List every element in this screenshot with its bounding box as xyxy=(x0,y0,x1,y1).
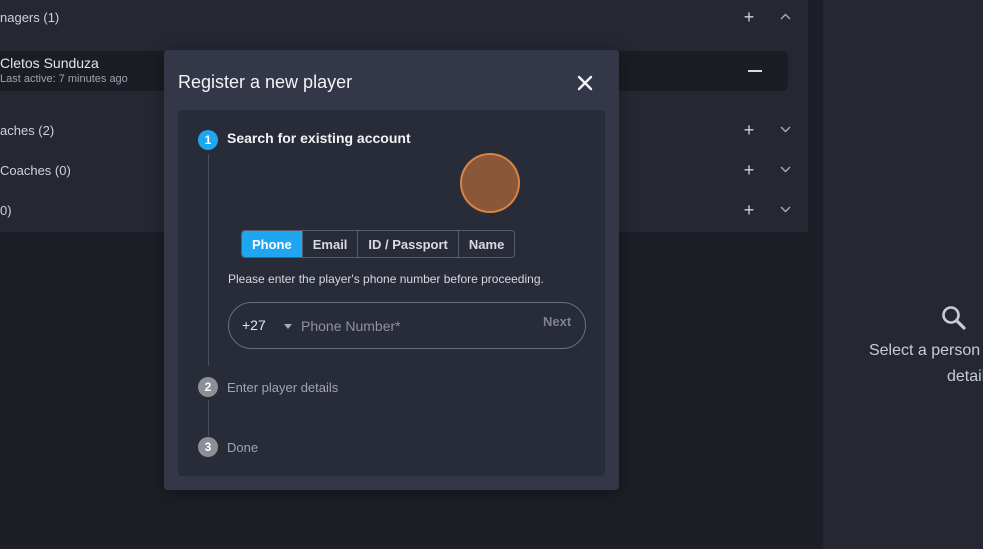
stepper: 1 Search for existing account Phone Emai… xyxy=(178,110,605,476)
step-number-3: 3 xyxy=(198,437,218,457)
role-row-managers[interactable]: nagers (1) + xyxy=(0,2,808,32)
step-connector xyxy=(208,154,209,366)
tab-id-passport[interactable]: ID / Passport xyxy=(358,231,459,257)
person-detail-panel: Select a person t details xyxy=(823,0,983,549)
next-button[interactable]: Next xyxy=(543,314,571,329)
chevron-down-icon[interactable] xyxy=(778,204,792,216)
tab-email[interactable]: Email xyxy=(303,231,359,257)
dialog-title: Register a new player xyxy=(178,72,353,92)
phone-number-input[interactable] xyxy=(301,315,571,337)
role-label: nagers (1) xyxy=(0,9,60,25)
role-label: 0) xyxy=(0,202,12,218)
caret-down-icon[interactable] xyxy=(284,324,292,329)
country-code-select[interactable]: +27 xyxy=(242,317,266,333)
role-label: Coaches (0) xyxy=(0,162,71,178)
empty-state-line-1: Select a person t xyxy=(868,342,983,359)
chevron-up-icon[interactable] xyxy=(778,11,792,23)
chevron-down-icon[interactable] xyxy=(778,124,792,136)
tab-name[interactable]: Name xyxy=(459,231,514,257)
search-type-tabs: Phone Email ID / Passport Name xyxy=(241,230,516,258)
add-icon[interactable]: + xyxy=(741,120,757,141)
phone-field: +27 xyxy=(228,302,586,349)
step-label-1: Search for existing account xyxy=(227,130,411,146)
step-number-2: 2 xyxy=(198,377,218,397)
remove-icon[interactable] xyxy=(748,70,762,72)
phone-hint-text: Please enter the player's phone number b… xyxy=(228,272,544,286)
close-icon[interactable] xyxy=(576,74,594,92)
register-player-dialog: Register a new player 1 Search for exist… xyxy=(164,50,619,490)
member-last-active: Last active: 7 minutes ago xyxy=(0,73,128,85)
search-icon xyxy=(941,305,967,331)
add-icon[interactable]: + xyxy=(741,7,757,28)
step-connector xyxy=(208,400,209,436)
step-label-2: Enter player details xyxy=(227,380,339,395)
tab-phone[interactable]: Phone xyxy=(242,231,303,257)
empty-state-line-2: details xyxy=(947,368,983,385)
chevron-down-icon[interactable] xyxy=(778,164,792,176)
member-name: Cletos Sunduza xyxy=(0,55,99,71)
step-label-3: Done xyxy=(227,440,259,455)
add-icon[interactable]: + xyxy=(741,200,757,221)
role-label: aches (2) xyxy=(0,122,55,138)
add-icon[interactable]: + xyxy=(741,160,757,181)
empty-state-message: Select a person t details xyxy=(839,338,983,390)
step-number-1: 1 xyxy=(198,130,218,150)
